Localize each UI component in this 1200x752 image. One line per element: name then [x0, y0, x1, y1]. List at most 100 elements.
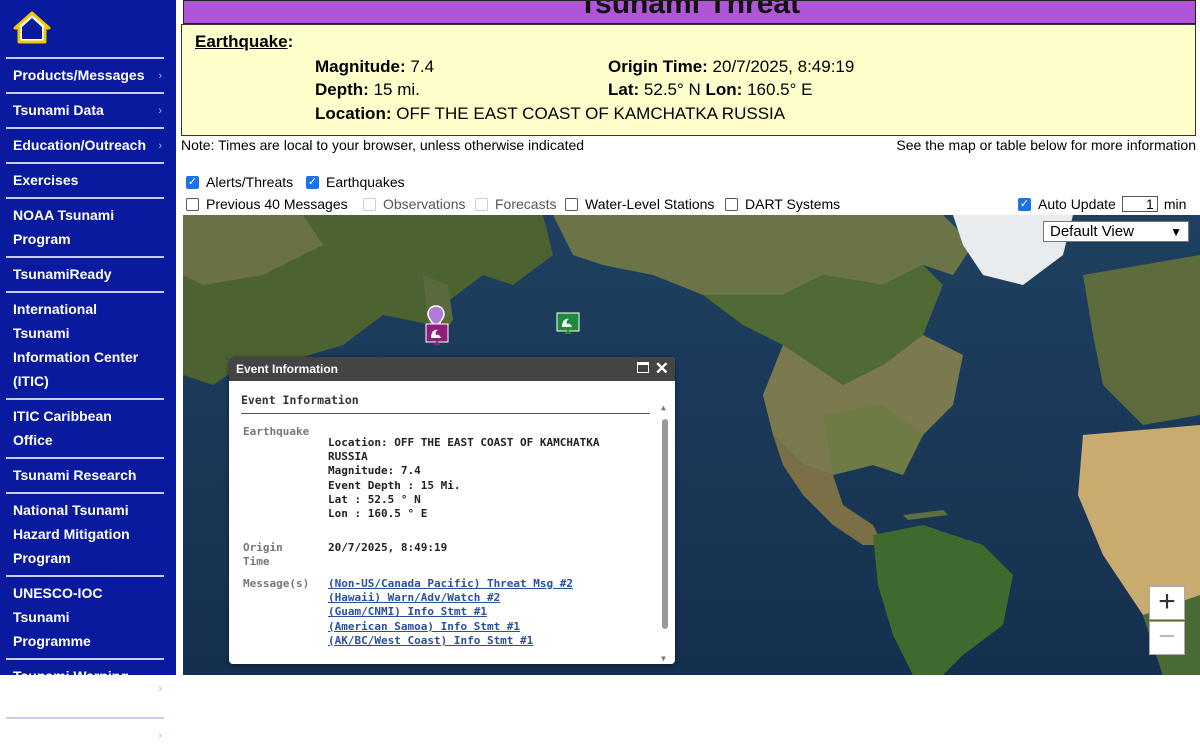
previous-messages-label: Previous 40 Messages: [206, 196, 348, 212]
sidebar-menu: Products/Messages › Tsunami Data › Education…: [6, 57, 164, 752]
origin-time-value: 20/7/2025, 8:49:19: [328, 541, 448, 554]
magnitude-row: Magnitude: 7.4: [315, 57, 434, 77]
sidebar-item-label: TsunamiReady: [13, 266, 112, 282]
sidebar-item-label: National Tsunami Hazard Mitigation Progr…: [13, 502, 130, 566]
messages-list: (Non-US/Canada Pacific) Threat Msg #2 (Ha…: [328, 577, 573, 648]
check-icon: ✓: [186, 175, 199, 189]
location-label: Location:: [315, 104, 392, 123]
sidebar-item-products-messages[interactable]: Products/Messages ›: [6, 57, 164, 92]
origin-label: Origin Time:: [608, 57, 708, 76]
previous-messages-checkbox[interactable]: Previous 40 Messages: [186, 196, 348, 212]
threat-marker-icon[interactable]: [425, 323, 449, 347]
sidebar-item-label: Products/Messages: [13, 67, 145, 83]
chevron-right-icon: ›: [158, 104, 162, 117]
earthquake-field-value: Location: OFF THE EAST COAST OF KAMCHATK…: [328, 436, 600, 521]
water-level-label: Water-Level Stations: [585, 196, 715, 212]
message-link[interactable]: (AK/BC/West Coast) Info Stmt #1: [328, 634, 573, 648]
sidebar-item-label: UNESCO-IOC Tsunami Programme: [13, 585, 103, 649]
earthquakes-label: Earthquakes: [326, 174, 405, 190]
info-marker-icon[interactable]: [556, 312, 580, 336]
sidebar-nav: Products/Messages › Tsunami Data › Education…: [0, 0, 176, 743]
earthquakes-checkbox[interactable]: ✓ Earthquakes: [306, 174, 405, 190]
map-note: See the map or table below for more info…: [896, 137, 1196, 153]
message-link[interactable]: (Guam/CNMI) Info Stmt #1: [328, 605, 573, 619]
magnitude-value: 7.4: [410, 57, 435, 76]
alerts-checkbox[interactable]: ✓ Alerts/Threats: [186, 174, 293, 190]
sidebar-item-itic-caribbean-office[interactable]: ITIC Caribbean Office: [6, 398, 164, 457]
observations-checkbox: Observations: [363, 196, 465, 212]
sidebar-item-label: Tsunami Data: [13, 102, 104, 118]
message-link[interactable]: (Non-US/Canada Pacific) Threat Msg #2: [328, 577, 573, 591]
sidebar-item-label: Tsunami Warning Centers: [13, 668, 129, 708]
sidebar-item-follow-us[interactable]: Follow Us! ›: [6, 717, 164, 752]
checkbox-icon: [475, 197, 488, 211]
lon-label: Lon:: [705, 80, 743, 99]
water-level-checkbox[interactable]: Water-Level Stations: [565, 196, 714, 212]
popup-scrollbar[interactable]: ▲ ▼: [659, 401, 671, 663]
map-view-select[interactable]: Default View ▼: [1043, 221, 1189, 242]
scroll-up-icon[interactable]: ▲: [661, 403, 666, 412]
sidebar-item-tsunamiready[interactable]: TsunamiReady: [6, 256, 164, 291]
popup-location-cont: RUSSIA: [328, 450, 368, 464]
depth-label: Depth:: [315, 80, 369, 99]
sidebar-item-tsunami-data[interactable]: Tsunami Data ›: [6, 92, 164, 127]
sidebar-item-international-tsunami-information-center-itic[interactable]: International Tsunami Information Center…: [6, 291, 164, 398]
depth-row: Depth: 15 mi.: [315, 80, 420, 100]
auto-update-checkbox[interactable]: ✓ Auto Update 1 min: [1018, 196, 1186, 212]
sidebar-item-unesco-ioc-tsunami-programme[interactable]: UNESCO-IOC Tsunami Programme: [6, 575, 164, 658]
popup-body: Event Information Earthquake Location: O…: [229, 381, 675, 664]
lat-label: Lat:: [608, 80, 640, 99]
zoom-out-button[interactable]: −: [1149, 621, 1185, 655]
popup-title: Event Information: [236, 362, 339, 376]
popup-lon: Lon : 160.5 ° E: [328, 507, 428, 521]
time-note: Note: Times are local to your browser, u…: [181, 137, 585, 153]
checkbox-icon: [186, 197, 199, 211]
event-info-popup: Event Information ✕ Event Information Ea…: [229, 357, 675, 664]
magnitude-label: Magnitude:: [315, 57, 406, 76]
sidebar-item-label: NOAA Tsunami Program: [13, 207, 115, 247]
threat-title: Tsunami Threat: [578, 0, 801, 20]
sidebar-item-tsunami-warning-centers[interactable]: Tsunami Warning Centers ›: [6, 658, 164, 717]
messages-label: Message(s): [243, 577, 310, 590]
sidebar-item-education-outreach[interactable]: Education/Outreach ›: [6, 127, 164, 162]
origin-value: 20/7/2025, 8:49:19: [712, 57, 855, 76]
check-icon: ✓: [306, 175, 319, 189]
zoom-in-button[interactable]: +: [1149, 586, 1185, 620]
message-link[interactable]: (American Samoa) Info Stmt #1: [328, 620, 573, 634]
checkbox-icon: [565, 197, 578, 211]
scrollbar-thumb[interactable]: [662, 419, 668, 629]
sidebar-item-exercises[interactable]: Exercises: [6, 162, 164, 197]
auto-update-input[interactable]: 1: [1121, 196, 1158, 212]
latlon-row: Lat: 52.5° N Lon: 160.5° E: [608, 80, 813, 100]
message-link[interactable]: (Hawaii) Warn/Adv/Watch #2: [328, 591, 573, 605]
popup-subtitle: Event Information: [241, 393, 359, 407]
earthquake-field-label: Earthquake: [243, 425, 310, 438]
sidebar-item-label: ITIC Caribbean Office: [13, 408, 112, 448]
sidebar-item-national-tsunami-hazard-mitigation-program[interactable]: National Tsunami Hazard Mitigation Progr…: [6, 492, 164, 575]
lon-value: 160.5° E: [747, 80, 813, 99]
sidebar-item-label: Education/Outreach: [13, 137, 147, 153]
home-icon[interactable]: [12, 10, 52, 46]
forecasts-checkbox: Forecasts: [475, 196, 556, 212]
sidebar-item-tsunami-research[interactable]: Tsunami Research: [6, 457, 164, 492]
sidebar-item-label: Exercises: [13, 172, 79, 188]
alerts-label: Alerts/Threats: [206, 174, 294, 190]
dart-label: DART Systems: [745, 196, 841, 212]
chevron-right-icon: ›: [158, 729, 162, 742]
earthquake-heading: Earthquake:: [195, 32, 294, 51]
popup-header: Event Information ✕: [229, 357, 675, 381]
scroll-down-icon[interactable]: ▼: [661, 654, 666, 663]
popup-magnitude: Magnitude: 7.4: [328, 464, 421, 478]
dart-checkbox[interactable]: DART Systems: [725, 196, 840, 212]
origin-row: Origin Time: 20/7/2025, 8:49:19: [608, 57, 854, 77]
close-icon[interactable]: ✕: [655, 357, 669, 381]
sidebar-item-noaa-tsunami-program[interactable]: NOAA Tsunami Program: [6, 197, 164, 256]
maximize-icon[interactable]: [637, 362, 649, 373]
sidebar-item-label: International Tsunami Information Center…: [13, 301, 139, 389]
chevron-down-icon: ▼: [1170, 225, 1182, 239]
sidebar-item-label: Follow Us!: [13, 727, 84, 743]
location-value: OFF THE EAST COAST OF KAMCHATKA RUSSIA: [396, 104, 786, 123]
check-icon: ✓: [1018, 197, 1031, 211]
earthquake-summary: Earthquake: Magnitude: 7.4 Depth: 15 mi.…: [181, 24, 1196, 136]
origin-time-label: Origin Time: [243, 541, 283, 568]
